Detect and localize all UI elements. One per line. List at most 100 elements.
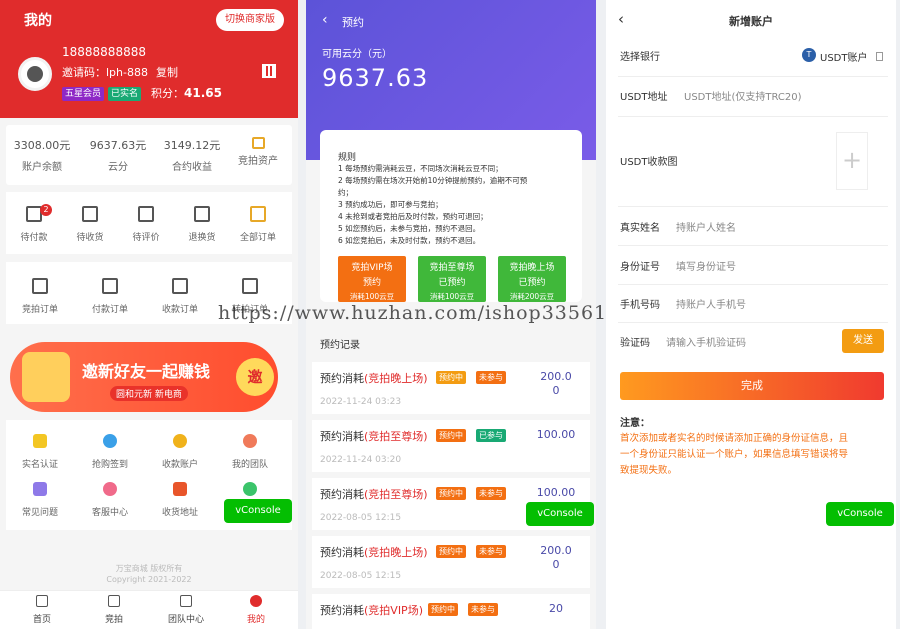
asset-label: 合约收益	[172, 162, 212, 173]
list-item[interactable]: 预约消耗(竞拍晚上场) 预约中 未参与 200.0 0 2022-11-24 0…	[312, 362, 590, 414]
record-time: 2022-08-05 12:15	[320, 513, 402, 523]
grid-icon	[180, 595, 192, 607]
send-code-button[interactable]: 发送	[842, 329, 884, 353]
record-prefix: 预约消耗	[320, 546, 364, 559]
asset-cloud[interactable]: 9637.63元 云分	[82, 137, 154, 173]
asset-value: 3149.12元	[163, 139, 221, 152]
record-prefix: 预约消耗	[320, 488, 364, 501]
service-team[interactable]: 我的团队	[220, 434, 280, 470]
asset-contract[interactable]: 3149.12元 合约收益	[156, 137, 228, 173]
record-time: 2022-11-24 03:23	[320, 397, 402, 407]
asset-balance[interactable]: 3308.00元 账户余额	[6, 137, 78, 173]
tab-home[interactable]: 首页	[12, 595, 72, 625]
vconsole-button[interactable]: vConsole	[526, 502, 594, 526]
rules-title: 规则	[338, 153, 357, 163]
record-amount: 20	[549, 602, 563, 615]
submit-button[interactable]: 完成	[620, 372, 884, 400]
list-item[interactable]: 预约消耗(竞拍VIP场) 预约中 未参与 20	[312, 594, 590, 629]
headset-icon	[103, 482, 117, 496]
switch-merchant-button[interactable]: 切换商家版	[216, 9, 284, 31]
upload-image-button[interactable]: +	[836, 132, 868, 190]
record-title: 预约消耗(竞拍晚上场)	[320, 370, 428, 386]
notice-text: 一个身份证只能认证一个账户，如果信息填写错误将导	[620, 449, 849, 460]
usdt-address-input[interactable]: USDT地址(仅支持TRC20)	[684, 88, 802, 103]
invite-banner[interactable]: 邀新好友一起赚钱 圆和元新 新电商 邀	[10, 342, 278, 412]
verify-code-input[interactable]: 请输入手机验证码	[666, 334, 746, 349]
order-pending-receipt[interactable]: 待收货	[60, 206, 120, 243]
order-returns[interactable]: 退换货	[172, 206, 232, 243]
divider	[618, 284, 888, 285]
box-icon	[194, 206, 210, 222]
service-checkin[interactable]: 抢购签到	[80, 434, 140, 470]
vconsole-button[interactable]: vConsole	[224, 499, 292, 523]
points-label: 积分：	[151, 87, 184, 100]
tab-auction[interactable]: 竞拍	[84, 595, 144, 625]
usdt-icon: T	[802, 48, 816, 62]
order-label: 待评价	[132, 233, 160, 243]
service-support[interactable]: 客服中心	[80, 482, 140, 518]
bid-name: 竞拍晚上场	[509, 263, 555, 273]
tab-team[interactable]: 团队中心	[156, 595, 216, 625]
order-all[interactable]: 全部订单	[228, 206, 288, 243]
bid-supreme[interactable]: 竞拍至尊场 已预约 消耗100云豆	[418, 256, 486, 302]
bid-vip[interactable]: 竞拍VIP场 预约 消耗100云豆	[338, 256, 406, 302]
record-prefix: 预约消耗	[320, 430, 364, 443]
bid-name: 竞拍至尊场	[429, 263, 475, 273]
rule-line: 5 如您预约后，未参与竞拍，预约不退回。	[338, 224, 481, 233]
record-title: 预约消耗(竞拍至尊场)	[320, 486, 428, 502]
shield-icon	[103, 434, 117, 448]
id-card-icon	[33, 434, 47, 448]
divider	[618, 245, 888, 246]
tab-mine[interactable]: 我的	[226, 595, 286, 625]
receipt-orders[interactable]: 收款订单	[150, 278, 210, 315]
service-label: 客服中心	[91, 508, 128, 518]
auction-orders[interactable]: 竞拍订单	[10, 278, 70, 315]
tab-label: 我的	[246, 615, 265, 625]
asset-label: 云分	[108, 162, 128, 173]
order-pending-payment[interactable]: 2 待付款	[4, 204, 64, 243]
record-title: 预约消耗(竞拍VIP场)	[320, 602, 423, 618]
clipboard-icon	[172, 278, 188, 294]
tab-label: 团队中心	[167, 615, 204, 625]
service-address[interactable]: 收货地址	[150, 482, 210, 518]
qr-code-icon[interactable]	[262, 64, 276, 78]
verify-code-label: 验证码	[620, 338, 650, 349]
mobile-input[interactable]: 持账户人手机号	[676, 296, 746, 311]
service-faq[interactable]: 常见问题	[10, 482, 70, 518]
asset-auction[interactable]: 竞拍资产	[228, 137, 288, 167]
asset-label: 竞拍资产	[238, 156, 278, 167]
bank-select[interactable]: USDT账户	[820, 49, 867, 64]
bid-evening[interactable]: 竞拍晚上场 已预约 消耗200云豆	[498, 256, 566, 302]
banner-subtitle: 圆和元新 新电商	[110, 386, 188, 401]
id-card-icon	[32, 278, 48, 294]
avatar[interactable]	[18, 57, 52, 91]
status-badge: 预约中	[436, 429, 466, 442]
page-title: 新增账户	[729, 15, 773, 28]
watermark: https://www.huzhan.com/ishop33561	[218, 302, 608, 324]
real-name-label: 真实姓名	[620, 223, 660, 234]
service-payee-account[interactable]: 收款账户	[150, 434, 210, 470]
vip-badge: 五星会员	[62, 87, 105, 101]
service-label: 实名认证	[21, 460, 58, 470]
order-pending-review[interactable]: 待评价	[116, 206, 176, 243]
bid-cost: 消耗200云豆	[509, 292, 555, 301]
vconsole-button[interactable]: vConsole	[826, 502, 894, 526]
copy-icon[interactable]	[876, 52, 883, 61]
back-icon[interactable]: ‹	[322, 12, 328, 28]
status-badge: 预约中	[436, 545, 466, 558]
points: 积分：41.65	[151, 85, 222, 101]
payment-orders[interactable]: 付款订单	[80, 278, 140, 315]
bottom-tab-bar: 首页 竞拍 团队中心 我的	[0, 590, 298, 629]
record-session: (竞拍晚上场)	[364, 372, 428, 385]
divider	[618, 206, 888, 207]
service-verify[interactable]: 实名认证	[10, 434, 70, 470]
list-item[interactable]: 预约消耗(竞拍晚上场) 预约中 未参与 200.0 0 2022-08-05 1…	[312, 536, 590, 588]
divider	[618, 322, 888, 323]
medal-icon	[173, 434, 187, 448]
notice-title: 注意：	[620, 418, 650, 429]
real-name-input[interactable]: 持账户人姓名	[676, 219, 736, 234]
list-item[interactable]: 预约消耗(竞拍至尊场) 预约中 已参与 100.00 2022-11-24 03…	[312, 420, 590, 472]
id-number-input[interactable]: 填写身份证号	[676, 258, 736, 273]
copyright: Copyright 2021-2022	[106, 575, 192, 584]
copy-button[interactable]: 复制	[156, 64, 178, 80]
